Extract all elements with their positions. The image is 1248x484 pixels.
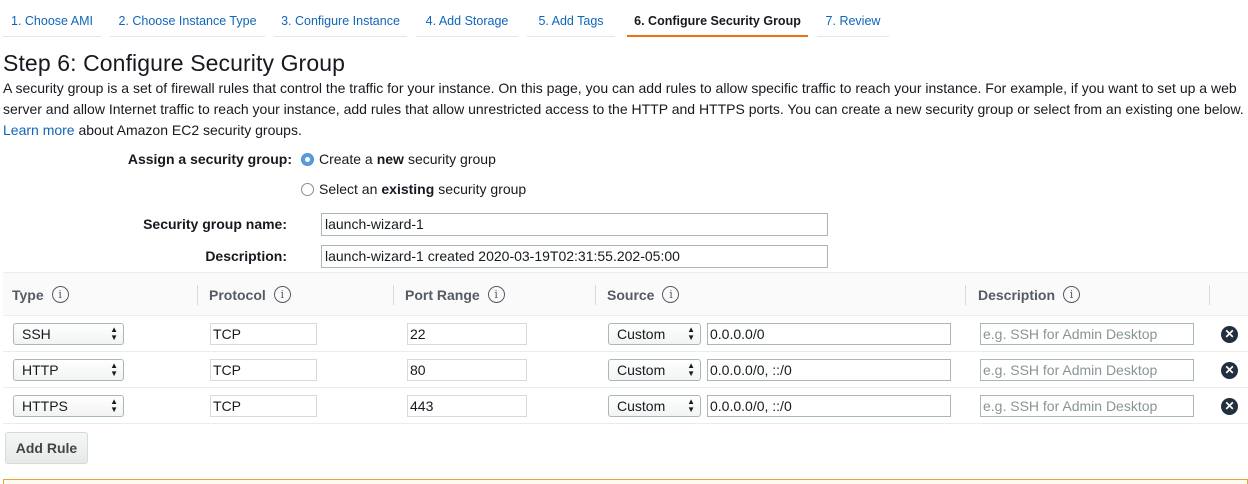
page-title: Step 6: Configure Security Group [3, 50, 345, 76]
close-circle-icon[interactable]: ✕ [1221, 326, 1238, 343]
security-group-description-label: Description: [205, 248, 287, 264]
radio-label-suffix: security group [407, 151, 496, 167]
type-select[interactable]: SSH ▲ ▼ [13, 323, 124, 345]
intro-body: A security group is a set of firewall ru… [3, 80, 1244, 117]
close-circle-icon[interactable]: ✕ [1221, 398, 1238, 415]
column-divider [595, 285, 596, 305]
port-range-field: 22 [407, 323, 527, 345]
info-icon[interactable]: i [51, 286, 69, 303]
type-select[interactable]: HTTP ▲ ▼ [13, 359, 124, 381]
column-header-protocol: Protocol i [209, 273, 291, 316]
column-divider [393, 285, 394, 305]
protocol-field: TCP [210, 395, 317, 417]
tab-choose-ami[interactable]: 1. Choose AMI [3, 0, 101, 37]
info-icon[interactable]: i [662, 286, 680, 303]
radio-label-suffix: security group [438, 181, 527, 197]
source-input[interactable]: 0.0.0.0/0, ::/0 [707, 359, 951, 381]
wizard-steps: 1. Choose AMI 2. Choose Instance Type 3.… [0, 0, 1248, 40]
radio-label-bold: new [376, 151, 404, 167]
tab-configure-security-group[interactable]: 6. Configure Security Group [627, 0, 808, 37]
source-input[interactable]: 0.0.0.0/0, ::/0 [707, 395, 951, 417]
rule-description-input[interactable]: e.g. SSH for Admin Desktop [980, 395, 1194, 417]
tab-add-storage[interactable]: 4. Add Storage [416, 0, 518, 37]
tab-configure-instance[interactable]: 3. Configure Instance [274, 0, 407, 37]
warning-banner [3, 479, 1248, 484]
table-row: SSH ▲ ▼ TCP 22 Custom ▲ ▼ 0.0.0.0/0 e.g. SSH… [3, 316, 1248, 352]
radio-label-prefix: Create a [319, 151, 373, 167]
radio-create-new-group[interactable]: Create a new security group [301, 151, 496, 167]
port-range-field: 443 [407, 395, 527, 417]
updown-arrows-icon: ▲ ▼ [687, 397, 695, 414]
column-header-source: Source i [607, 273, 680, 316]
port-range-field: 80 [407, 359, 527, 381]
updown-arrows-icon: ▲ ▼ [687, 325, 695, 342]
table-row: HTTPS ▲ ▼ TCP 443 Custom ▲ ▼ 0.0.0.0/0, ::/0… [3, 388, 1248, 424]
column-divider [1209, 285, 1210, 305]
updown-arrows-icon: ▲ ▼ [110, 397, 118, 414]
updown-arrows-icon: ▲ ▼ [687, 361, 695, 378]
radio-button[interactable] [301, 182, 314, 196]
info-icon[interactable]: i [1063, 286, 1081, 303]
column-header-description: Description i [978, 273, 1081, 316]
inbound-rules-table: Type i Protocol i Port Range i Source i Desc… [3, 272, 1248, 424]
tab-add-tags[interactable]: 5. Add Tags [527, 0, 615, 37]
info-icon[interactable]: i [273, 286, 291, 303]
table-header: Type i Protocol i Port Range i Source i Desc… [3, 273, 1248, 316]
security-group-name-label: Security group name: [143, 216, 287, 232]
radio-label-bold: existing [381, 181, 435, 197]
updown-arrows-icon: ▲ ▼ [110, 361, 118, 378]
tab-choose-instance-type[interactable]: 2. Choose Instance Type [110, 0, 265, 37]
column-divider [965, 285, 966, 305]
intro-text: A security group is a set of firewall ru… [3, 78, 1248, 141]
security-group-name-input[interactable]: launch-wizard-1 [321, 213, 828, 236]
info-icon[interactable]: i [487, 286, 505, 303]
column-header-port-range: Port Range i [405, 273, 505, 316]
rule-description-input[interactable]: e.g. SSH for Admin Desktop [980, 359, 1194, 381]
close-circle-icon[interactable]: ✕ [1221, 362, 1238, 379]
protocol-field: TCP [210, 323, 317, 345]
source-mode-select[interactable]: Custom ▲ ▼ [608, 395, 701, 417]
updown-arrows-icon: ▲ ▼ [110, 325, 118, 342]
tab-review[interactable]: 7. Review [817, 0, 889, 37]
protocol-field: TCP [210, 359, 317, 381]
source-mode-select[interactable]: Custom ▲ ▼ [608, 323, 701, 345]
rule-description-input[interactable]: e.g. SSH for Admin Desktop [980, 323, 1194, 345]
radio-button-selected[interactable] [301, 152, 314, 166]
assign-group-label: Assign a security group: [127, 151, 292, 167]
table-row: HTTP ▲ ▼ TCP 80 Custom ▲ ▼ 0.0.0.0/0, ::/0 e… [3, 352, 1248, 388]
radio-select-existing-group[interactable]: Select an existing security group [301, 181, 526, 197]
add-rule-button[interactable]: Add Rule [5, 432, 88, 464]
learn-more-link[interactable]: Learn more [3, 122, 75, 138]
source-mode-select[interactable]: Custom ▲ ▼ [608, 359, 701, 381]
column-header-type: Type i [12, 273, 69, 316]
column-divider [197, 285, 198, 305]
type-select[interactable]: HTTPS ▲ ▼ [13, 395, 124, 417]
security-group-description-input[interactable]: launch-wizard-1 created 2020-03-19T02:31… [321, 245, 828, 268]
intro-suffix: about Amazon EC2 security groups. [78, 122, 302, 138]
source-input[interactable]: 0.0.0.0/0 [707, 323, 951, 345]
radio-label-prefix: Select an [319, 181, 378, 197]
